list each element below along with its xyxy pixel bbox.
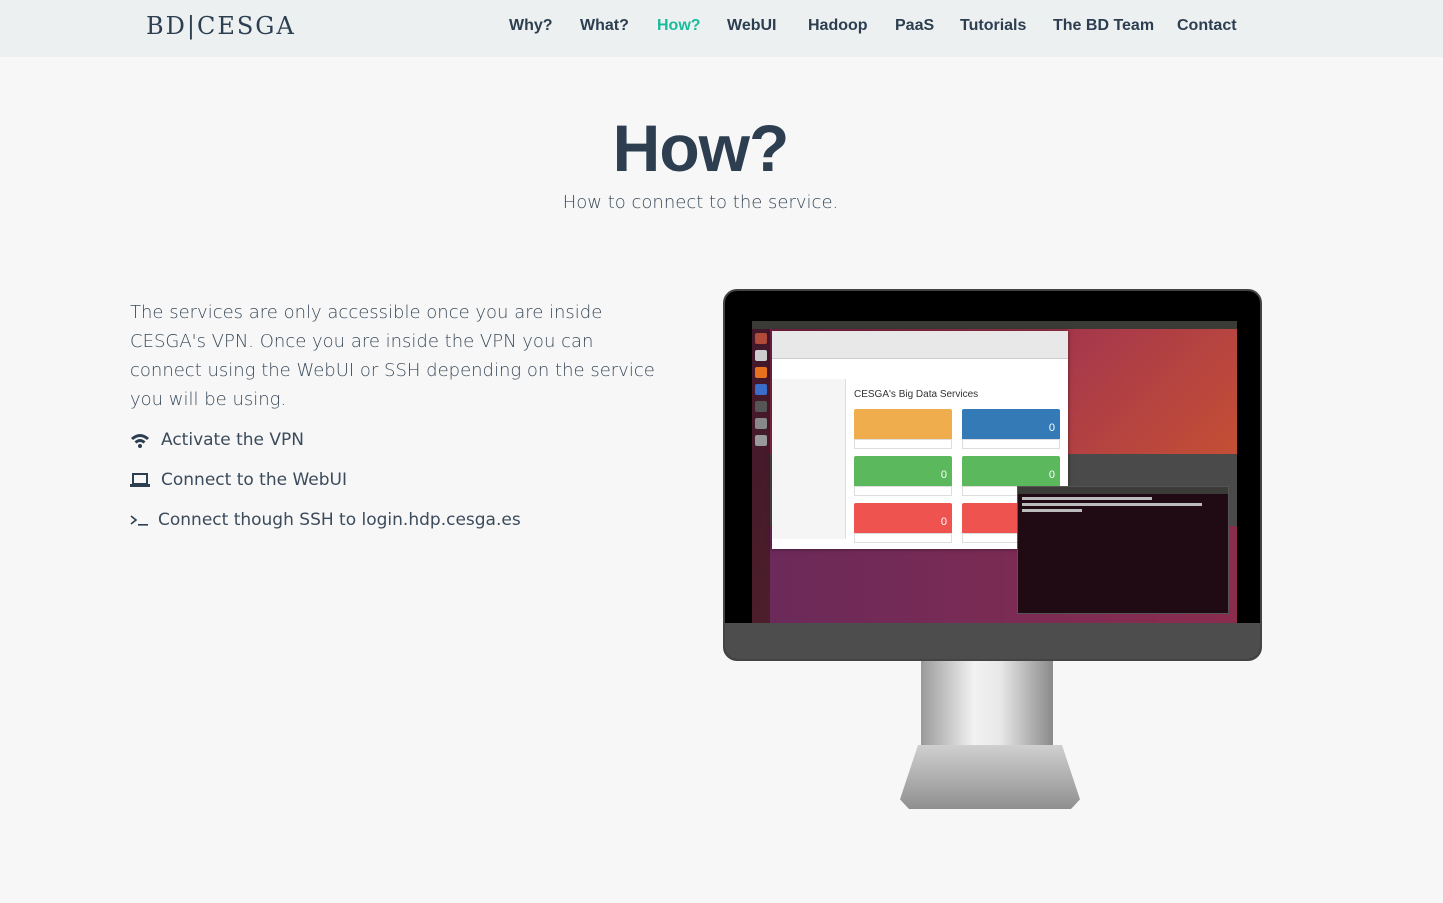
intro-text: The services are only accessible once yo…: [130, 302, 655, 410]
nav-item-why[interactable]: Why?: [509, 17, 553, 35]
nav-menu: Why? What? How? WebUI Hadoop PaaS Tutori…: [0, 17, 1443, 37]
portal-title: CESGA's Big Data Services: [854, 389, 979, 400]
step-label: Activate the VPN: [161, 430, 304, 450]
monitor-illustration: CESGA's Big Data Services 0 0 0 0: [723, 289, 1262, 661]
desktop-screenshot: CESGA's Big Data Services 0 0 0 0: [752, 321, 1237, 624]
steps-list: Activate the VPN Connect to the WebUI Co…: [130, 420, 521, 540]
browser-chrome: [772, 331, 1068, 359]
nav-item-how[interactable]: How?: [657, 17, 701, 35]
desktop-topbar: [752, 321, 1237, 329]
tile-value: 0: [940, 469, 947, 481]
monitor-base: [900, 745, 1080, 809]
laptop-icon: [130, 472, 161, 488]
nav-item-hadoop[interactable]: Hadoop: [808, 17, 868, 35]
page-title: How?: [612, 111, 790, 185]
desktop-launcher: [752, 329, 770, 624]
step-item-ssh: Connect though SSH to login.hdp.cesga.es: [130, 500, 521, 540]
tile-value: 0: [1048, 469, 1055, 481]
tile-value: 0: [940, 516, 947, 528]
nav-item-contact[interactable]: Contact: [1177, 17, 1237, 35]
tile-hadoop: [854, 409, 952, 449]
step-label: Connect to the WebUI: [161, 470, 347, 490]
step-item-webui: Connect to the WebUI: [130, 460, 521, 500]
tile-value: 0: [1048, 422, 1055, 434]
terminal-window: [1017, 486, 1229, 614]
tile-paas: 0: [854, 503, 952, 543]
step-item-vpn: Activate the VPN: [130, 420, 521, 460]
nav-item-tutorials[interactable]: Tutorials: [960, 17, 1026, 35]
portal-sidebar: [772, 379, 846, 539]
nav-item-team[interactable]: The BD Team: [1053, 17, 1154, 35]
nav-item-paas[interactable]: PaaS: [895, 17, 934, 35]
tile-alluxio: 0: [854, 456, 952, 496]
tile-cloud: 0: [962, 409, 1060, 449]
monitor-stand: [921, 661, 1053, 756]
nav-item-what[interactable]: What?: [580, 17, 629, 35]
wifi-icon: [130, 432, 161, 448]
page-subtitle: How to connect to the service.: [562, 192, 839, 213]
monitor-chin: [725, 623, 1260, 659]
navbar: BD|CESGA Why? What? How? WebUI Hadoop Pa…: [0, 0, 1443, 57]
terminal-icon: [130, 512, 158, 528]
step-label: Connect though SSH to login.hdp.cesga.es: [158, 510, 521, 530]
nav-item-webui[interactable]: WebUI: [727, 17, 776, 35]
